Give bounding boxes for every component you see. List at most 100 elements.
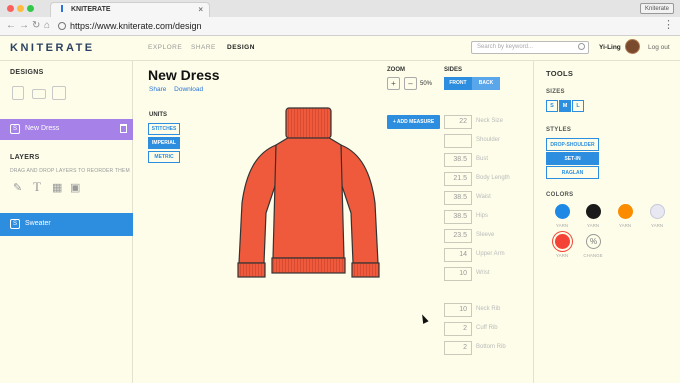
back-icon[interactable]: ← (6, 19, 16, 33)
measurement-input[interactable]: 23.5 (444, 229, 472, 243)
nav-explore[interactable]: EXPLORE (148, 44, 182, 51)
search-icon (578, 43, 585, 50)
app-header: KNITERATE EXPLORE SHARE DESIGN Search by… (0, 36, 680, 61)
avatar[interactable] (625, 39, 640, 54)
browser-profile-badge[interactable]: Kniterate (639, 3, 674, 14)
measurement-input[interactable] (444, 134, 472, 148)
unit-metric-button[interactable]: METRIC (148, 151, 180, 163)
left-sidebar: DESIGNS S New Dress LAYERS DRAG AND DROP… (0, 61, 133, 383)
measurement-label: Sleeve (476, 232, 495, 238)
measurement-label: Wrist (476, 270, 490, 276)
size-m-button[interactable]: M (559, 100, 571, 112)
tools-panel: TOOLS SIZES S M L STYLES DROP-SHOULDER S… (533, 61, 680, 383)
unit-stitches-button[interactable]: STITCHES (148, 123, 180, 135)
home-icon[interactable]: ⌂ (44, 19, 50, 33)
design-thumb-top[interactable] (32, 89, 46, 99)
zoom-in-button[interactable]: + (387, 77, 400, 90)
measurement-label: Hips (476, 213, 489, 219)
color-swatch-blue[interactable] (555, 204, 570, 219)
color-swatch-lavender[interactable] (650, 204, 665, 219)
measurement-input[interactable]: 21.5 (444, 172, 472, 186)
trash-icon[interactable] (120, 124, 127, 133)
measurement-input[interactable]: 38.5 (444, 210, 472, 224)
measurement-input[interactable]: 38.5 (444, 191, 472, 205)
design-type-chip: S (10, 124, 20, 134)
measurement-input[interactable]: 2 (444, 341, 472, 355)
side-back-button[interactable]: BACK (472, 77, 500, 90)
zoom-title: ZOOM (387, 67, 405, 73)
measurement-input[interactable]: 22 (444, 115, 472, 129)
minimize-window-icon[interactable] (17, 5, 24, 12)
browser-title-bar: KNITERATE × Kniterate (0, 0, 680, 17)
sides-title: SIDES (444, 67, 463, 73)
color-swatch-black[interactable] (586, 204, 601, 219)
image-tool-icon[interactable]: ▣ (70, 181, 80, 194)
url-field[interactable]: https://www.kniterate.com/design (58, 20, 658, 33)
nav-share[interactable]: SHARE (191, 44, 216, 51)
tools-title: TOOLS (546, 69, 574, 78)
measurement-label: Neck Rib (476, 306, 501, 312)
nav-design[interactable]: DESIGN (227, 44, 255, 51)
search-placeholder: Search by keyword... (477, 44, 534, 50)
layer-item-sweater[interactable]: S Sweater (0, 213, 133, 236)
info-icon (58, 22, 66, 30)
units-title: UNITS (149, 112, 167, 118)
color-swatch-label: YARN (555, 253, 569, 258)
mouse-cursor-icon (419, 313, 429, 324)
design-title[interactable]: New Dress (148, 67, 220, 83)
measurement-label: Shoulder (476, 137, 501, 143)
style-raglan-button[interactable]: RAGLAN (546, 166, 599, 179)
text-tool-icon[interactable]: T (33, 179, 41, 195)
search-input[interactable]: Search by keyword... (471, 41, 589, 54)
color-swatch-red-selected[interactable] (555, 234, 570, 249)
add-measure-button[interactable]: + ADD MEASURE (387, 115, 440, 129)
url-text: https://www.kniterate.com/design (70, 21, 202, 31)
reload-icon[interactable]: ↻ (32, 19, 40, 33)
style-set-in-button[interactable]: SET-IN (546, 152, 599, 165)
layer-item-label: Sweater (25, 220, 51, 227)
color-swatch-label: YARN (618, 223, 632, 228)
share-link[interactable]: Share (149, 86, 166, 93)
size-s-button[interactable]: S (546, 100, 558, 112)
change-color-label: CHANGE (583, 253, 603, 258)
zoom-out-button[interactable]: – (404, 77, 417, 90)
change-color-icon[interactable]: % (586, 234, 601, 249)
design-thumb-dress[interactable] (12, 86, 24, 100)
logout-link[interactable]: Log out (648, 44, 670, 51)
styles-title: STYLES (546, 127, 572, 133)
tab-close-icon[interactable]: × (198, 3, 203, 17)
grid-tool-icon[interactable]: ▦ (52, 181, 62, 194)
design-item-new-dress[interactable]: S New Dress (0, 119, 133, 140)
sweater-canvas[interactable] (236, 103, 381, 281)
pencil-icon[interactable]: ✎ (13, 181, 22, 194)
design-thumb-sweater[interactable] (52, 86, 66, 100)
style-drop-shoulder-button[interactable]: DROP-SHOULDER (546, 138, 599, 151)
maximize-window-icon[interactable] (27, 5, 34, 12)
browser-menu-icon[interactable]: ⋮ (663, 18, 674, 32)
close-window-icon[interactable] (7, 5, 14, 12)
measurement-label: Cuff Rib (476, 325, 498, 331)
measurement-input[interactable]: 2 (444, 322, 472, 336)
measurement-label: Bottom Rib (476, 344, 506, 350)
measurement-input[interactable]: 38.5 (444, 153, 472, 167)
size-l-button[interactable]: L (572, 100, 584, 112)
tab-title: KNITERATE (71, 6, 111, 13)
measurement-input[interactable]: 10 (444, 267, 472, 281)
zoom-value: 50% (420, 81, 433, 87)
side-front-button[interactable]: FRONT (444, 77, 472, 90)
measurement-input[interactable]: 14 (444, 248, 472, 262)
unit-imperial-button[interactable]: IMPERIAL (148, 137, 180, 149)
forward-icon[interactable]: → (19, 19, 29, 33)
kniterate-logo[interactable]: KNITERATE (10, 42, 95, 54)
measurement-label: Waist (476, 194, 491, 200)
measurement-input[interactable]: 10 (444, 303, 472, 317)
color-swatch-orange[interactable] (618, 204, 633, 219)
browser-tab[interactable]: KNITERATE × (50, 2, 210, 17)
user-name[interactable]: Yi-Ling (599, 44, 621, 51)
design-links: Share Download (149, 86, 209, 93)
download-link[interactable]: Download (174, 86, 203, 93)
design-item-label: New Dress (25, 125, 60, 132)
favicon-icon (61, 5, 66, 12)
measurement-label: Bust (476, 156, 489, 162)
address-bar: ← → ↻ ⌂ https://www.kniterate.com/design… (0, 17, 680, 36)
